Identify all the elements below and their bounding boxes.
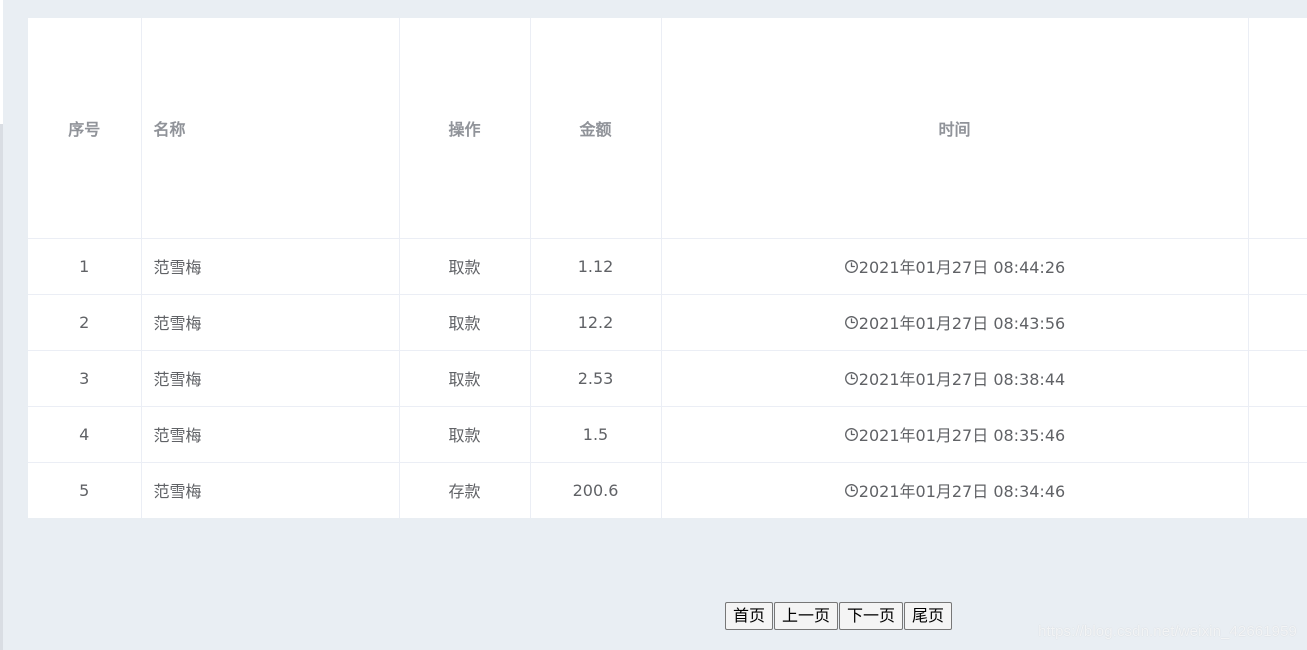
row-time-wrapper: 2021年01月27日 08:35:46 <box>844 422 1065 446</box>
row-index: 5 <box>28 462 142 518</box>
row-operation: 取款 <box>399 238 531 295</box>
row-time-wrapper: 2021年01月27日 08:38:44 <box>844 366 1065 390</box>
row-time: 2021年01月27日 08:44:26 <box>858 258 1066 277</box>
pagination-controls: 首页 上一页 下一页 尾页 <box>725 602 953 630</box>
left-edge-shadow <box>0 124 3 650</box>
row-operation: 取款 <box>399 294 531 351</box>
row-time-cell: 2021年01月27日 08:34:46 <box>661 462 1249 518</box>
row-name: 范雪梅 <box>141 406 400 463</box>
row-time: 2021年01月27日 08:34:46 <box>858 482 1066 502</box>
row-amount: 2.53 <box>530 350 662 407</box>
row-filler <box>1248 462 1307 518</box>
row-time-wrapper: 2021年01月27日 08:44:26 <box>844 254 1065 278</box>
transaction-table: 序号 名称 操作 金额 时间 1 范雪梅 取款 1.12 2021年01月27日… <box>28 18 1307 518</box>
watermark: https://blog.csdn.net/weixin_42661959 <box>1038 623 1297 640</box>
row-amount: 1.12 <box>530 238 662 295</box>
row-amount: 1.5 <box>530 406 662 463</box>
row-time-wrapper: 2021年01月27日 08:43:56 <box>844 310 1065 334</box>
row-index: 3 <box>28 350 142 407</box>
row-time: 2021年01月27日 08:43:56 <box>858 314 1066 333</box>
last-page-button[interactable]: 尾页 <box>904 602 953 630</box>
previous-page-button[interactable]: 上一页 <box>774 602 839 630</box>
table-header-row: 序号 名称 操作 金额 时间 <box>28 18 1307 239</box>
row-amount: 12.2 <box>530 294 662 351</box>
row-index: 1 <box>28 238 142 295</box>
header-operation: 操作 <box>399 18 531 239</box>
row-time-cell: 2021年01月27日 08:44:26 <box>661 238 1249 295</box>
table-row: 3 范雪梅 取款 2.53 2021年01月27日 08:38:44 <box>28 350 1307 407</box>
row-filler <box>1248 350 1307 407</box>
header-index: 序号 <box>28 18 142 239</box>
row-index: 4 <box>28 406 142 463</box>
next-page-button[interactable]: 下一页 <box>839 602 904 630</box>
clock-icon <box>844 259 858 273</box>
row-name: 范雪梅 <box>141 238 400 295</box>
row-time: 2021年01月27日 08:35:46 <box>858 426 1066 445</box>
row-operation: 取款 <box>399 350 531 407</box>
row-index: 2 <box>28 294 142 351</box>
row-time-wrapper: 2021年01月27日 08:34:46 <box>844 478 1065 502</box>
table-row: 1 范雪梅 取款 1.12 2021年01月27日 08:44:26 <box>28 238 1307 295</box>
row-filler <box>1248 406 1307 463</box>
header-time: 时间 <box>661 18 1249 239</box>
row-name: 范雪梅 <box>141 294 400 351</box>
row-time: 2021年01月27日 08:38:44 <box>858 370 1066 389</box>
clock-icon <box>844 371 858 385</box>
row-filler <box>1248 238 1307 295</box>
row-name: 范雪梅 <box>141 350 400 407</box>
row-operation: 存款 <box>399 462 531 518</box>
row-name: 范雪梅 <box>141 462 400 518</box>
row-filler <box>1248 294 1307 351</box>
clock-icon <box>844 427 858 441</box>
table-row: 5 范雪梅 存款 200.6 2021年01月27日 08:34:46 <box>28 462 1307 518</box>
header-amount: 金额 <box>530 18 662 239</box>
first-page-button[interactable]: 首页 <box>725 602 774 630</box>
table-row: 2 范雪梅 取款 12.2 2021年01月27日 08:43:56 <box>28 294 1307 351</box>
row-time-cell: 2021年01月27日 08:38:44 <box>661 350 1249 407</box>
row-time-cell: 2021年01月27日 08:43:56 <box>661 294 1249 351</box>
row-amount: 200.6 <box>530 462 662 518</box>
row-time-cell: 2021年01月27日 08:35:46 <box>661 406 1249 463</box>
row-operation: 取款 <box>399 406 531 463</box>
transaction-table-card: 序号 名称 操作 金额 时间 1 范雪梅 取款 1.12 2021年01月27日… <box>28 18 1307 518</box>
clock-icon <box>844 483 858 497</box>
table-row: 4 范雪梅 取款 1.5 2021年01月27日 08:35:46 <box>28 406 1307 463</box>
header-filler <box>1248 18 1307 239</box>
header-name: 名称 <box>141 18 400 239</box>
clock-icon <box>844 315 858 329</box>
